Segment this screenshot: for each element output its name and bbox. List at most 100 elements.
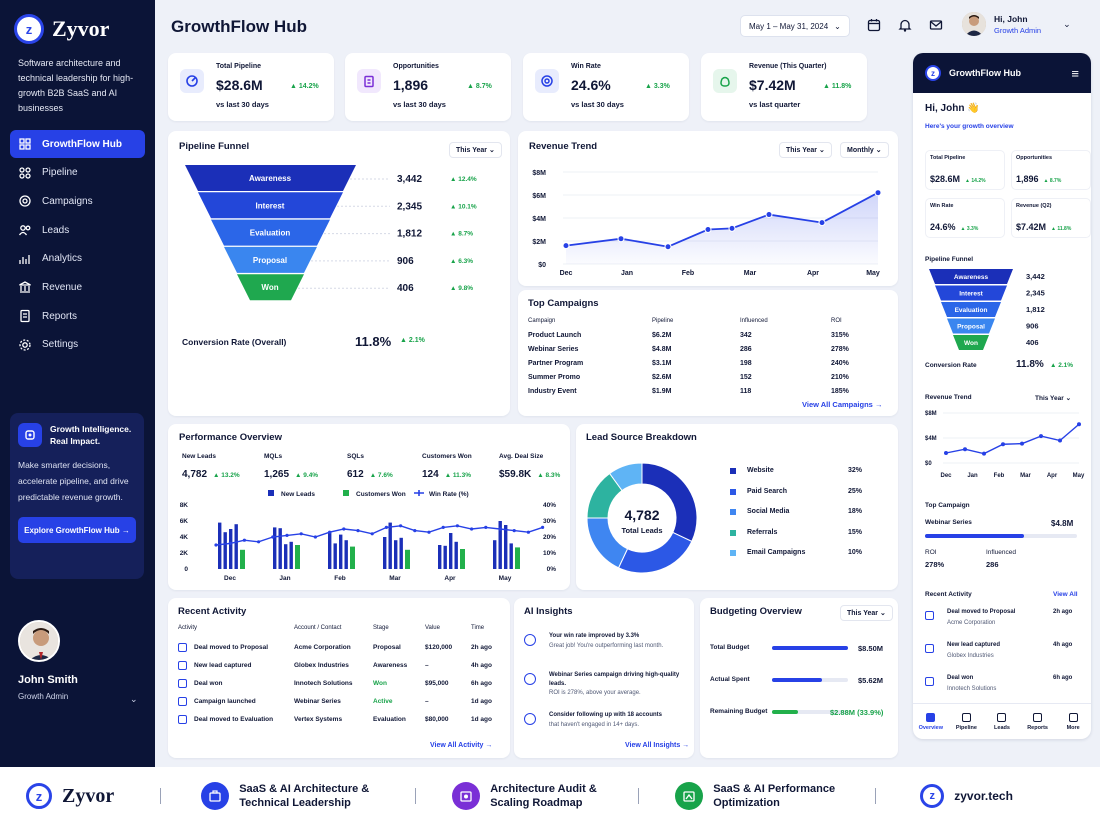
donut-slice-paid-search[interactable]: [617, 531, 693, 574]
view-all-campaigns-link[interactable]: View All Campaigns →: [802, 400, 882, 409]
bar-new-leads[interactable]: [438, 545, 442, 569]
explore-button[interactable]: Explore GrowthFlow Hub →: [18, 517, 136, 543]
tab-leads[interactable]: Leads: [984, 704, 1020, 739]
bar-new-leads[interactable]: [234, 524, 238, 569]
footer-service-2[interactable]: Architecture Audit & Scaling Roadmap: [452, 782, 620, 810]
user-profile[interactable]: John Smith Growth Admin ⌄: [18, 620, 138, 704]
sidebar-item-reports[interactable]: Reports: [10, 302, 145, 330]
sidebar-item-analytics[interactable]: Analytics: [10, 245, 145, 273]
table-row[interactable]: New lead captured Globex Industries Awaren…: [168, 661, 510, 673]
sidebar-item-growthflow-hub[interactable]: GrowthFlow Hub: [10, 130, 145, 158]
trend-point[interactable]: [874, 189, 882, 197]
bar-new-leads[interactable]: [223, 532, 227, 569]
calendar-icon[interactable]: [867, 18, 881, 32]
table-row[interactable]: Summer Promo $2.6M 152 210%: [518, 374, 898, 386]
trend-interval-filter[interactable]: Monthly ⌄: [840, 142, 889, 158]
legend-item[interactable]: Email Campaigns 10%: [730, 548, 880, 560]
kpi-card-win[interactable]: Win Rate 24.6% ▲ 3.3% vs last 30 days: [523, 53, 689, 121]
mobile-kpi[interactable]: Total Pipeline $28.6M ▲ 14.2%: [925, 150, 1005, 190]
header-user-menu[interactable]: Hi, John Growth Admin ⌄: [962, 12, 1071, 36]
bar-new-leads[interactable]: [284, 544, 288, 569]
bar-new-leads[interactable]: [289, 541, 293, 569]
trend-point[interactable]: [664, 243, 672, 251]
mobile-kpi[interactable]: Opportunities 1,896 ▲ 8.7%: [1011, 150, 1091, 190]
bar-new-leads[interactable]: [449, 533, 453, 569]
mail-icon[interactable]: [929, 18, 943, 32]
footer-brand[interactable]: z Zyvor: [26, 783, 114, 809]
bar-new-leads[interactable]: [273, 527, 277, 569]
bar-customers-won[interactable]: [405, 549, 410, 569]
mobile-activity-item[interactable]: New lead captured Globex Industries 4h ago: [925, 642, 1081, 668]
view-all-insights-link[interactable]: View All Insights →: [625, 742, 689, 749]
mobile-kpi[interactable]: Revenue (Q2) $7.42M ▲ 11.8%: [1011, 198, 1091, 238]
chevron-down-icon[interactable]: ⌄: [130, 694, 138, 705]
bar-new-leads[interactable]: [399, 537, 403, 569]
trend-period-filter[interactable]: This Year ⌄: [779, 142, 832, 158]
menu-icon[interactable]: ≡: [1071, 66, 1079, 81]
bar-new-leads[interactable]: [328, 532, 332, 569]
bar-customers-won[interactable]: [295, 545, 300, 569]
footer-website[interactable]: z zyvor.tech: [920, 784, 1013, 808]
bar-new-leads[interactable]: [388, 522, 392, 569]
table-row[interactable]: Industry Event $1.9M 118 185%: [518, 388, 898, 400]
legend-item[interactable]: Referrals 15%: [730, 528, 880, 540]
sidebar-item-campaigns[interactable]: Campaigns: [10, 187, 145, 215]
bell-icon[interactable]: [898, 18, 912, 32]
table-row[interactable]: Partner Program $3.1M 198 240%: [518, 360, 898, 372]
trend-point[interactable]: [562, 242, 570, 250]
bar-new-leads[interactable]: [509, 543, 513, 569]
bar-new-leads[interactable]: [454, 541, 458, 569]
bar-new-leads[interactable]: [394, 540, 398, 569]
tab-pipeline[interactable]: Pipeline: [949, 704, 985, 739]
mobile-activity-item[interactable]: Deal moved to Proposal Acme Corporation 2h…: [925, 609, 1081, 635]
bar-new-leads[interactable]: [493, 540, 497, 569]
kpi-card-opportunities[interactable]: Opportunities 1,896 ▲ 8.7% vs last 30 days: [345, 53, 511, 121]
bar-new-leads[interactable]: [229, 529, 233, 569]
bar-customers-won[interactable]: [460, 549, 465, 569]
bar-customers-won[interactable]: [515, 547, 520, 569]
legend-item[interactable]: Social Media 18%: [730, 507, 880, 519]
trend-point[interactable]: [704, 226, 712, 233]
bar-customers-won[interactable]: [350, 546, 355, 569]
legend-item[interactable]: Paid Search 25%: [730, 487, 880, 499]
footer-service-1[interactable]: SaaS & AI Architecture & Technical Leade…: [201, 782, 389, 810]
trend-point[interactable]: [728, 224, 736, 232]
mobile-kpi[interactable]: Win Rate 24.6% ▲ 3.3%: [925, 198, 1005, 238]
table-row[interactable]: Webinar Series $4.8M 286 278%: [518, 346, 898, 358]
kpi-card-revenue[interactable]: Revenue (This Quarter) $7.42M ▲ 11.8% vs la…: [701, 53, 867, 121]
mobile-trend-filter[interactable]: This Year ⌄: [1035, 394, 1071, 402]
sidebar-item-settings[interactable]: Settings: [10, 331, 145, 359]
bar-new-leads[interactable]: [443, 545, 447, 569]
brand-logo[interactable]: z Zyvor: [14, 14, 145, 44]
budget-filter[interactable]: This Year ⌄: [840, 605, 893, 621]
table-row[interactable]: Deal won Innotech Solutions Won $95,000 6h a…: [168, 679, 510, 691]
legend-item[interactable]: Website 32%: [730, 466, 880, 478]
table-row[interactable]: Product Launch $6.2M 342 315%: [518, 332, 898, 344]
sidebar-item-leads[interactable]: Leads: [10, 216, 145, 244]
bar-new-leads[interactable]: [383, 537, 387, 569]
table-row[interactable]: Deal moved to Proposal Acme Corporation Pr…: [168, 643, 510, 655]
footer-service-3[interactable]: SaaS & AI Performance Optimization: [675, 782, 853, 810]
tab-reports[interactable]: Reports: [1020, 704, 1056, 739]
trend-point[interactable]: [617, 235, 625, 243]
sidebar-item-pipeline[interactable]: Pipeline: [10, 159, 145, 187]
bar-new-leads[interactable]: [339, 534, 343, 569]
mobile-view-all-link[interactable]: View All: [1053, 591, 1078, 598]
trend-point[interactable]: [818, 219, 826, 227]
bar-new-leads[interactable]: [344, 540, 348, 569]
bar-new-leads[interactable]: [278, 528, 282, 569]
table-row[interactable]: Campaign launched Webinar Series Active – 1d…: [168, 697, 510, 709]
bar-customers-won[interactable]: [240, 549, 245, 569]
sidebar-item-revenue[interactable]: Revenue: [10, 273, 145, 301]
tab-overview[interactable]: Overview: [913, 704, 949, 739]
mobile-activity-item[interactable]: Deal won Innotech Solutions 6h ago: [925, 675, 1081, 701]
date-range-select[interactable]: May 1 – May 31, 2024 ⌄: [740, 15, 850, 37]
table-row[interactable]: Deal moved to Evaluation Vertex Systems Ev…: [168, 715, 510, 727]
tab-more[interactable]: More: [1055, 704, 1091, 739]
trend-point[interactable]: [765, 211, 773, 219]
bar-new-leads[interactable]: [504, 525, 508, 569]
kpi-card-total[interactable]: Total Pipeline $28.6M ▲ 14.2% vs last 30 da…: [168, 53, 334, 121]
view-all-activity-link[interactable]: View All Activity →: [430, 742, 492, 749]
funnel-filter[interactable]: This Year ⌄: [449, 142, 502, 158]
bar-new-leads[interactable]: [333, 543, 337, 569]
